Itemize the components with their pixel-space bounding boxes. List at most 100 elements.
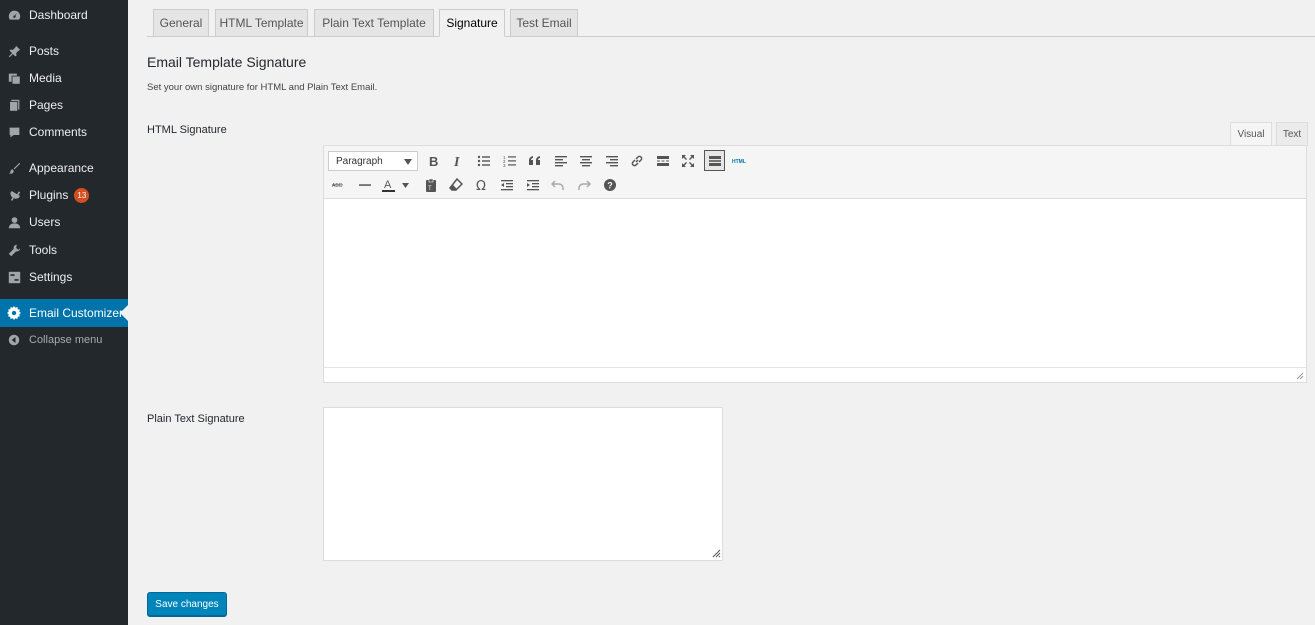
bold-button[interactable]: B xyxy=(423,151,443,171)
numbered-list-button[interactable]: 123 xyxy=(500,151,520,171)
align-left-button[interactable] xyxy=(551,151,571,171)
sidebar-item-label: Plugins xyxy=(29,188,69,202)
bold-icon: B xyxy=(429,154,438,168)
tab-visual[interactable]: Visual xyxy=(1230,122,1272,146)
collapse-icon xyxy=(7,333,21,347)
align-right-button[interactable] xyxy=(602,151,622,171)
svg-text:B: B xyxy=(429,154,438,168)
indent-button[interactable] xyxy=(523,175,543,195)
settings-icon xyxy=(7,270,21,284)
eraser-icon xyxy=(449,178,463,191)
clear-formatting-button[interactable] xyxy=(446,175,466,195)
undo-button[interactable] xyxy=(548,175,568,195)
indent-icon xyxy=(527,180,539,191)
tab-html-template[interactable]: HTML Template xyxy=(215,9,308,37)
plugins-update-badge: 13 xyxy=(74,187,90,203)
read-more-button[interactable] xyxy=(653,151,673,171)
paste-as-text-button[interactable]: T xyxy=(421,175,441,195)
tab-signature[interactable]: Signature xyxy=(439,9,505,37)
sidebar-item-posts[interactable]: Posts xyxy=(0,38,128,64)
paste-text-icon: T xyxy=(426,178,436,192)
keyboard-shortcuts-button[interactable]: ? xyxy=(600,175,620,195)
text-color-icon: A xyxy=(382,179,409,192)
align-center-icon xyxy=(580,156,592,167)
svg-text:ABC: ABC xyxy=(332,183,343,189)
media-icon xyxy=(7,71,21,85)
user-icon xyxy=(7,215,21,229)
sidebar-item-dashboard[interactable]: Dashboard xyxy=(0,2,128,28)
brush-icon xyxy=(7,161,21,175)
undo-icon xyxy=(551,180,564,190)
tab-plain-text-template[interactable]: Plain Text Template xyxy=(314,9,434,37)
sidebar-item-comments[interactable]: Comments xyxy=(0,119,128,145)
link-icon xyxy=(631,155,643,167)
plain-signature-label: Plain Text Signature xyxy=(147,413,245,425)
italic-icon: I xyxy=(453,155,460,168)
svg-text:?: ? xyxy=(607,181,613,191)
html-mode-button[interactable]: HTML xyxy=(729,151,749,171)
sidebar-item-label: Posts xyxy=(29,44,60,58)
pin-icon xyxy=(7,44,21,58)
sidebar-item-users[interactable]: Users xyxy=(0,209,128,235)
plugin-icon xyxy=(7,188,21,202)
bulleted-list-button[interactable] xyxy=(474,151,494,171)
sidebar-item-plugins[interactable]: Plugins 13 xyxy=(0,182,128,208)
fullscreen-button[interactable] xyxy=(678,151,698,171)
sidebar-item-media[interactable]: Media xyxy=(0,65,128,91)
dashboard-icon xyxy=(7,8,21,22)
svg-text:Ω: Ω xyxy=(476,179,486,192)
sidebar-item-pages[interactable]: Pages xyxy=(0,92,128,118)
sidebar-item-appearance[interactable]: Appearance xyxy=(0,155,128,181)
horizontal-line-button[interactable] xyxy=(355,175,375,195)
chevron-down-icon xyxy=(404,159,412,165)
numbered-list-icon: 123 xyxy=(503,155,516,168)
admin-sidebar: Dashboard Posts Media Pages Comments App… xyxy=(0,0,128,625)
bulleted-list-icon xyxy=(477,155,490,167)
sidebar-item-email-customizer[interactable]: Email Customizer xyxy=(0,299,128,327)
sidebar-item-label: Email Customizer xyxy=(29,306,124,320)
svg-text:A: A xyxy=(384,179,392,191)
tab-test-email[interactable]: Test Email xyxy=(510,9,578,37)
sidebar-item-label: Settings xyxy=(29,270,73,284)
redo-button[interactable] xyxy=(574,175,594,195)
align-center-button[interactable] xyxy=(576,151,596,171)
html-signature-editor: Paragraph B I 123 HTML ABC A T Ω ? xyxy=(323,145,1307,383)
svg-text:HTML: HTML xyxy=(732,159,746,165)
sidebar-item-tools[interactable]: Tools xyxy=(0,237,128,263)
gear-icon xyxy=(7,306,21,320)
section-description: Set your own signature for HTML and Plai… xyxy=(147,82,378,93)
sidebar-item-label: Tools xyxy=(29,243,58,257)
resize-handle-icon[interactable] xyxy=(1296,372,1304,380)
outdent-icon xyxy=(501,180,513,191)
help-icon: ? xyxy=(604,179,616,191)
tab-general[interactable]: General xyxy=(153,9,209,37)
sidebar-item-settings[interactable]: Settings xyxy=(0,264,128,290)
align-left-icon xyxy=(555,156,567,167)
sidebar-item-label: Pages xyxy=(29,98,64,112)
html-signature-content[interactable] xyxy=(324,199,1306,367)
format-select[interactable]: Paragraph xyxy=(328,151,418,171)
align-right-icon xyxy=(606,156,618,167)
blockquote-icon xyxy=(529,156,540,165)
plain-signature-textarea[interactable] xyxy=(323,407,723,561)
insert-link-button[interactable] xyxy=(627,151,647,171)
horizontal-line-icon xyxy=(359,184,371,186)
textarea-resize-icon[interactable] xyxy=(712,549,721,558)
blockquote-button[interactable] xyxy=(525,151,545,171)
page-title: Email Template Signature xyxy=(147,54,307,70)
collapse-menu-button[interactable]: Collapse menu xyxy=(0,327,128,353)
special-character-button[interactable]: Ω xyxy=(472,175,492,195)
toolbar-toggle-button[interactable] xyxy=(704,150,725,171)
outdent-button[interactable] xyxy=(497,175,517,195)
kitchen-sink-icon xyxy=(708,155,721,166)
italic-button[interactable]: I xyxy=(448,151,468,171)
sidebar-item-label: Collapse menu xyxy=(29,334,103,346)
strikethrough-button[interactable]: ABC xyxy=(329,175,349,195)
omega-icon: Ω xyxy=(476,179,486,192)
tab-text[interactable]: Text xyxy=(1276,122,1308,146)
sidebar-item-label: Appearance xyxy=(29,161,94,175)
save-changes-button[interactable]: Save changes xyxy=(147,592,227,616)
sidebar-item-label: Media xyxy=(29,71,62,85)
sidebar-item-label: Users xyxy=(29,215,61,229)
text-color-button[interactable]: A xyxy=(380,175,412,195)
